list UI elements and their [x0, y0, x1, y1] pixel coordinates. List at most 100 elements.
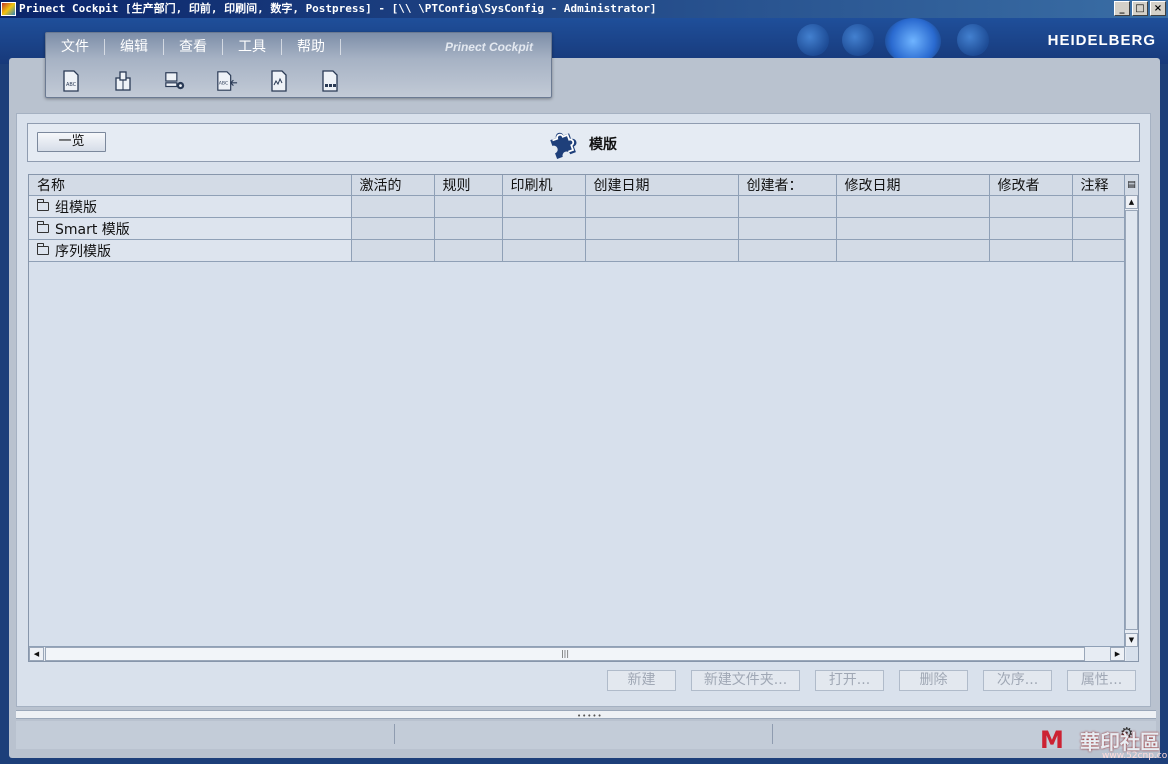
column-header-active[interactable]: 激活的 — [351, 175, 435, 196]
svg-text:ABC: ABC — [219, 81, 228, 87]
table-cell — [738, 195, 837, 218]
table-row[interactable]: 组模版 — [29, 195, 1127, 218]
table-cell — [502, 195, 586, 218]
menu-help[interactable]: 帮助 — [282, 39, 341, 55]
overview-button[interactable]: 一览 — [37, 132, 106, 152]
svg-text:ABC: ABC — [66, 82, 77, 88]
row-name: 组模版 — [55, 199, 97, 216]
menu-panel: 文件 编辑 查看 工具 帮助 Prinect Cockpit ABC ABC — [45, 32, 552, 98]
column-chooser-icon[interactable]: ▤ — [1124, 175, 1138, 195]
job-template-icon[interactable]: ABC — [60, 69, 82, 93]
watermark-mark: M — [1040, 726, 1064, 754]
templates-panel: 一览 模版 名称 激活的 规则 印刷机 创建日期 创建者： 修改日期 修改者 注… — [16, 113, 1151, 707]
scroll-left-icon[interactable]: ◀ — [29, 647, 44, 661]
folder-icon — [37, 242, 49, 255]
report-icon[interactable] — [268, 69, 290, 93]
sequence-icon[interactable] — [320, 69, 342, 93]
column-header-created-date[interactable]: 创建日期 — [585, 175, 739, 196]
vertical-scrollbar[interactable]: ▲ ▼ — [1124, 195, 1138, 647]
delete-button[interactable]: 删除 — [899, 670, 968, 691]
action-buttons: 新建 新建文件夹... 打开... 删除 次序... 属性... — [607, 670, 1136, 691]
new-folder-button[interactable]: 新建文件夹... — [691, 670, 800, 691]
scroll-thumb[interactable]: ||| — [45, 647, 1085, 661]
properties-button[interactable]: 属性... — [1067, 670, 1136, 691]
column-header-modified-date[interactable]: 修改日期 — [836, 175, 990, 196]
sequence-button[interactable]: 次序... — [983, 670, 1052, 691]
app-icon — [1, 2, 16, 16]
column-header-press[interactable]: 印刷机 — [502, 175, 586, 196]
table-cell — [836, 217, 990, 240]
table-cell — [585, 217, 739, 240]
table-cell — [836, 195, 990, 218]
table-cell — [836, 239, 990, 262]
menu-bar: 文件 编辑 查看 工具 帮助 — [46, 33, 341, 61]
panel-splitter[interactable]: ••••• — [16, 710, 1156, 720]
folder-icon — [37, 220, 49, 233]
table-cell — [434, 239, 503, 262]
column-header-modifier[interactable]: 修改者 — [989, 175, 1073, 196]
panel-header: 一览 模版 — [27, 123, 1140, 162]
table-row[interactable]: 序列模版 — [29, 239, 1127, 262]
title-bar: Prinect Cockpit [生产部门, 印前, 印刷间, 数字, Post… — [0, 0, 1168, 18]
table-header-row: 名称 激活的 规则 印刷机 创建日期 创建者： 修改日期 修改者 注释 — [29, 175, 1127, 196]
table-cell — [434, 217, 503, 240]
menu-edit[interactable]: 编辑 — [105, 39, 164, 55]
column-header-name[interactable]: 名称 — [29, 175, 352, 196]
scroll-down-icon[interactable]: ▼ — [1125, 633, 1138, 647]
templates-table: 名称 激活的 规则 印刷机 创建日期 创建者： 修改日期 修改者 注释 组模版 — [28, 174, 1139, 662]
column-header-creator[interactable]: 创建者： — [738, 175, 837, 196]
table-cell — [738, 217, 837, 240]
scroll-right-icon[interactable]: ▶ — [1110, 647, 1125, 661]
horizontal-scrollbar[interactable]: ◀ ||| ▶ — [29, 646, 1126, 661]
minimize-button[interactable]: _ — [1114, 1, 1130, 16]
new-button[interactable]: 新建 — [607, 670, 676, 691]
restore-button[interactable]: □ — [1132, 1, 1148, 16]
column-header-comment[interactable]: 注释 — [1072, 175, 1127, 196]
decorative-orb — [842, 24, 874, 56]
row-name-cell[interactable]: Smart 模版 — [29, 217, 352, 240]
printing-press-icon[interactable] — [112, 69, 134, 93]
table-cell — [351, 195, 435, 218]
product-label: Prinect Cockpit — [444, 40, 533, 54]
close-button[interactable]: × — [1150, 1, 1166, 16]
puzzle-icon — [546, 126, 580, 164]
table-row[interactable]: Smart 模版 — [29, 217, 1127, 240]
page-title: 模版 — [589, 137, 617, 153]
table-cell — [585, 195, 739, 218]
table-cell — [1072, 195, 1127, 218]
column-header-rule[interactable]: 规则 — [434, 175, 503, 196]
menu-tools[interactable]: 工具 — [223, 39, 282, 55]
table-cell — [502, 239, 586, 262]
table-cell — [989, 239, 1073, 262]
row-name: Smart 模版 — [55, 221, 130, 238]
table-cell — [738, 239, 837, 262]
decorative-orb — [797, 24, 829, 56]
scroll-up-icon[interactable]: ▲ — [1125, 195, 1138, 209]
table-cell — [502, 217, 586, 240]
table-cell — [434, 195, 503, 218]
system-config-icon[interactable] — [164, 69, 186, 93]
heidelberg-logo: HEIDELBERG — [1047, 32, 1156, 49]
splitter-grip-icon[interactable]: ••••• — [577, 712, 603, 720]
window-title: Prinect Cockpit [生产部门, 印前, 印刷间, 数字, Post… — [19, 2, 657, 15]
menu-file[interactable]: 文件 — [46, 39, 105, 55]
table-cell — [351, 239, 435, 262]
table-cell — [989, 195, 1073, 218]
decorative-orb — [957, 24, 989, 56]
row-name: 序列模版 — [55, 243, 111, 260]
table-cell — [585, 239, 739, 262]
import-abc-icon[interactable]: ABC — [216, 69, 238, 93]
window-controls: _ □ × — [1114, 1, 1166, 16]
folder-icon — [37, 198, 49, 211]
table-cell — [1072, 239, 1127, 262]
menu-view[interactable]: 查看 — [164, 39, 223, 55]
status-bar — [16, 721, 1156, 749]
table-cell — [989, 217, 1073, 240]
scroll-thumb[interactable] — [1125, 210, 1138, 630]
toolbar: ABC ABC — [60, 69, 342, 93]
status-divider — [772, 724, 773, 744]
row-name-cell[interactable]: 组模版 — [29, 195, 352, 218]
row-name-cell[interactable]: 序列模版 — [29, 239, 352, 262]
open-button[interactable]: 打开... — [815, 670, 884, 691]
table-cell — [351, 217, 435, 240]
